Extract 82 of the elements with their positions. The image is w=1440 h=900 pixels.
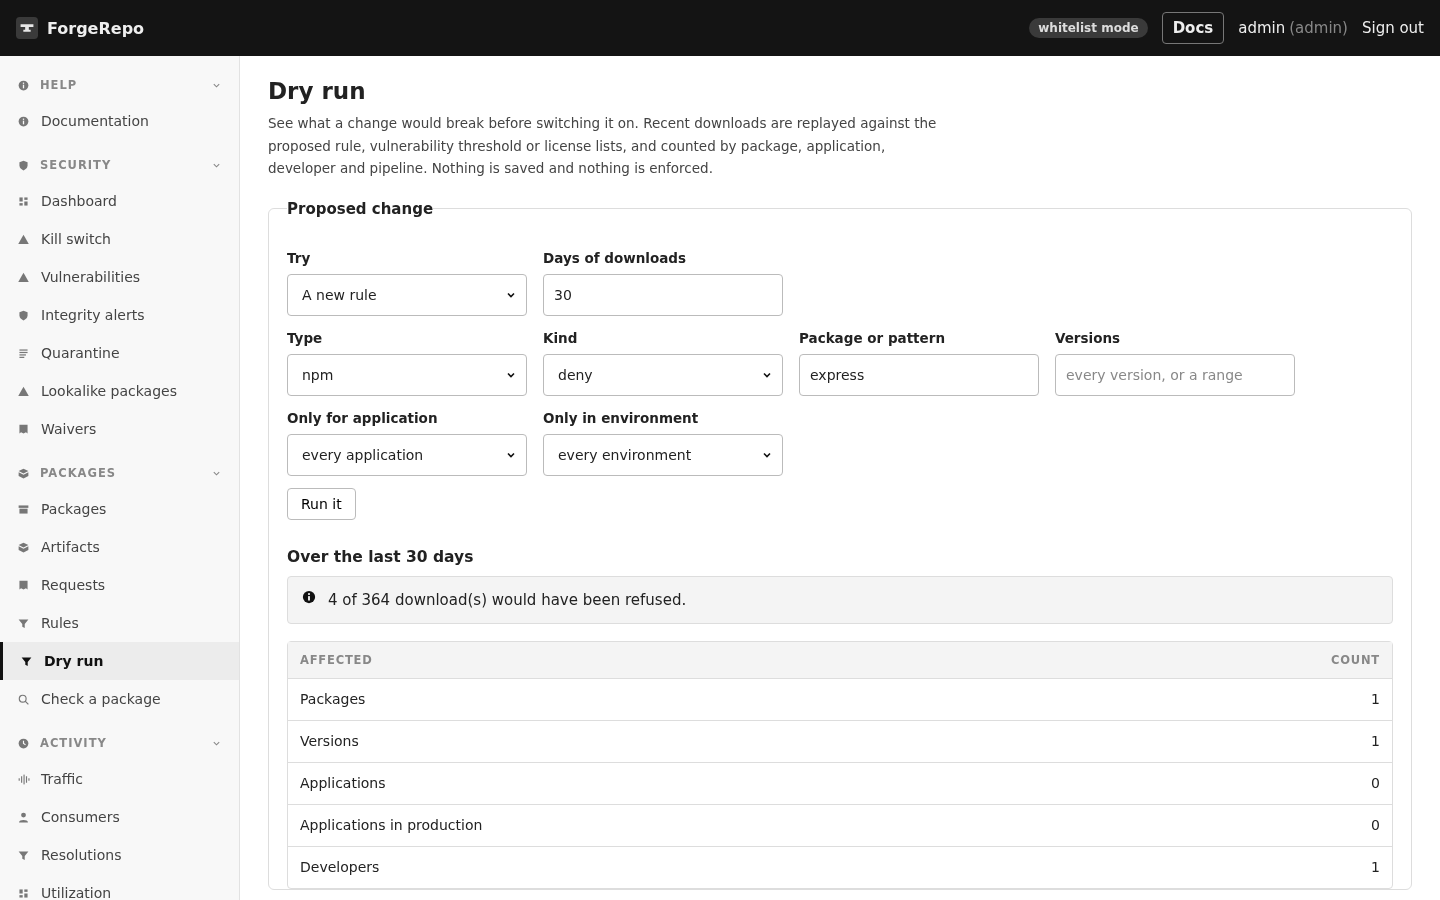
sidebar-item[interactable]: Traffic (0, 760, 239, 798)
page-description: See what a change would break before switching it on. Recent downloads are replayed against the proposed rule, vulnerability threshold or license lists, and counted by package, application, developer and pipeline. Nothing is saved and nothing is enforced. (268, 114, 938, 178)
mode-badge: whitelist mode (1029, 18, 1148, 38)
panel-legend: Proposed change (287, 199, 434, 218)
list-icon (17, 346, 30, 360)
table-cell: 0 (1371, 817, 1380, 833)
table-cell: Versions (300, 733, 359, 749)
table-cell: Packages (300, 691, 366, 707)
sidebar-item[interactable]: Quarantine (0, 334, 239, 372)
select-field[interactable]: every environment (543, 433, 783, 476)
field-label: Kind (543, 329, 579, 346)
cube-icon (17, 466, 30, 480)
select-field[interactable]: deny (543, 353, 783, 396)
sidebar-item[interactable]: Requests (0, 566, 239, 604)
docs-button[interactable]: Docs (1161, 12, 1225, 44)
sidebar-item[interactable]: Dashboard (0, 182, 239, 220)
field-label: Days of downloads (543, 249, 687, 266)
run-button[interactable]: Run it (287, 487, 356, 520)
note-icon (17, 422, 30, 436)
filter-icon (17, 848, 30, 862)
field-label: Try (287, 249, 312, 266)
sidebar-item[interactable]: Artifacts (0, 528, 239, 566)
grid-icon (17, 194, 30, 208)
table-cell: Applications in production (300, 817, 483, 833)
input-field[interactable]: 30 (543, 273, 783, 316)
input-field[interactable]: express (799, 353, 1039, 396)
search-icon (17, 692, 30, 706)
warning-icon (17, 232, 30, 246)
warning-icon (17, 384, 30, 398)
table-cell: 1 (1371, 691, 1380, 707)
column-header: AFFECTED (300, 652, 373, 667)
select-field[interactable]: every application (287, 433, 527, 476)
field-label: Only for application (287, 409, 439, 426)
sidebar-item[interactable]: Vulnerabilities (0, 258, 239, 296)
shield-icon (17, 158, 30, 172)
input-field[interactable]: every version, or a range (1055, 353, 1295, 396)
filter-icon (17, 616, 30, 630)
info-icon (17, 78, 30, 92)
field-label: Versions (1055, 329, 1122, 346)
sidebar-item[interactable]: Packages (0, 490, 239, 528)
user-role: (admin) (1289, 19, 1348, 37)
anvil-logo-icon (16, 17, 38, 39)
sign-out-link[interactable]: Sign out (1361, 19, 1424, 37)
info-icon (17, 114, 30, 128)
sidebar-item[interactable]: Integrity alerts (0, 296, 239, 334)
brand-name[interactable]: ForgeRepo (47, 18, 145, 38)
sidebar-item[interactable]: Waivers (0, 410, 239, 448)
user-name: admin (1238, 19, 1286, 37)
filter-icon (20, 654, 33, 668)
table-cell: 1 (1371, 859, 1380, 875)
warning-icon (17, 270, 30, 284)
grid-icon (17, 886, 30, 900)
info-icon (302, 589, 316, 604)
table-cell: Applications (300, 775, 386, 791)
sidebar-item[interactable]: Kill switch (0, 220, 239, 258)
shield-icon (17, 308, 30, 322)
sidebar-item[interactable]: Check a package (0, 680, 239, 718)
person-icon (17, 810, 30, 824)
sidebar-item[interactable]: Resolutions (0, 836, 239, 874)
notice-text: 4 of 364 download(s) would have been refused. (328, 590, 687, 609)
note-icon (17, 578, 30, 592)
sidebar-item[interactable]: Documentation (0, 102, 239, 140)
sidebar-item[interactable]: Consumers (0, 798, 239, 836)
sidebar-item[interactable]: Rules (0, 604, 239, 642)
table-cell: 0 (1371, 775, 1380, 791)
sidebar-item[interactable]: Utilization (0, 874, 239, 900)
page-title: Dry run (268, 78, 367, 104)
table-cell: Developers (300, 859, 380, 875)
select-field[interactable]: A new rule (287, 273, 527, 316)
archive-icon (17, 502, 30, 516)
clock-icon (17, 736, 30, 750)
field-label: Package or pattern (799, 329, 946, 346)
sidebar-item[interactable]: Lookalike packages (0, 372, 239, 410)
sidebar-item[interactable]: Dry run (0, 642, 239, 680)
bars-icon (17, 772, 30, 786)
cube-icon (17, 540, 30, 554)
field-label: Type (287, 329, 324, 346)
column-header: COUNT (1330, 652, 1380, 667)
select-field[interactable]: npm (287, 353, 527, 396)
table-cell: 1 (1371, 733, 1380, 749)
results-heading: Over the last 30 days (287, 547, 475, 566)
field-label: Only in environment (543, 409, 700, 426)
